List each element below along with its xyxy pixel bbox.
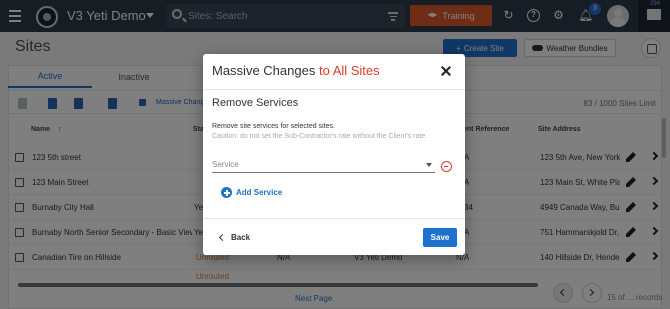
section-title: Remove Services [212, 97, 299, 109]
chevron-left-icon [218, 233, 227, 242]
service-select[interactable]: Service [212, 158, 435, 173]
service-placeholder: Service [212, 160, 239, 169]
back-label: Back [231, 233, 251, 242]
caution-text: Caution: do not set the Sub-Contractor's… [212, 133, 428, 140]
back-button[interactable]: Back [218, 233, 251, 242]
save-button[interactable]: Save [423, 228, 457, 247]
dropdown-caret-icon[interactable] [426, 163, 432, 167]
dialog-description: Remove site services for selected sites. [212, 123, 335, 130]
dialog-footer-divider [203, 218, 465, 219]
dialog-title-accent: to All Sites [318, 63, 380, 78]
add-service-button[interactable]: Add Service [221, 187, 282, 198]
close-icon[interactable] [441, 66, 451, 76]
remove-service-icon[interactable] [441, 161, 452, 172]
add-circle-icon [221, 187, 232, 198]
dialog-title: Massive Changes to All Sites [212, 63, 380, 78]
dialog-title-main: Massive Changes [212, 63, 316, 78]
massive-changes-dialog: Massive Changes to All Sites Remove Serv… [203, 54, 465, 255]
add-service-label: Add Service [236, 188, 283, 197]
dialog-divider [203, 89, 465, 90]
